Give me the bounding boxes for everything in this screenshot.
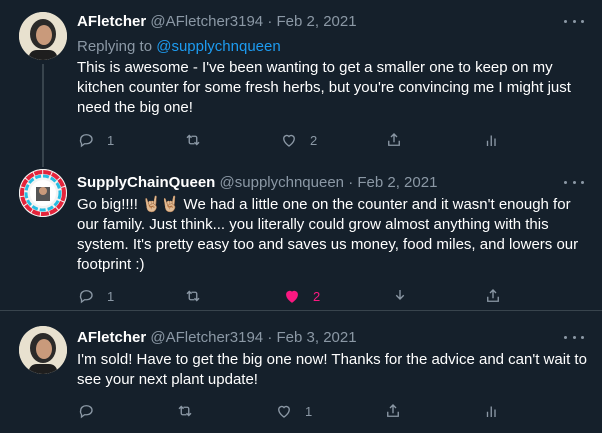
divider — [0, 310, 602, 311]
reply-icon — [79, 290, 93, 304]
like-count: 2 — [310, 132, 318, 148]
share-button[interactable] — [384, 402, 402, 420]
analytics-button[interactable] — [483, 131, 501, 149]
retweet-icon — [178, 405, 192, 417]
analytics-icon — [486, 135, 496, 146]
display-name[interactable]: AFletcher — [77, 329, 146, 346]
retweet-icon — [186, 290, 200, 302]
display-name[interactable]: AFletcher — [77, 13, 146, 30]
reply-count: 1 — [107, 288, 115, 304]
like-button[interactable]: 2 — [280, 131, 317, 149]
share-button[interactable] — [385, 131, 403, 149]
save-button[interactable] — [391, 287, 409, 305]
tweet-header: SupplyChainQueen @supplychnqueen · Feb 2… — [77, 174, 437, 191]
retweet-button[interactable] — [176, 402, 194, 420]
retweet-button[interactable] — [184, 287, 214, 305]
replying-to: Replying to @supplychnqueen — [77, 38, 281, 55]
heart-icon — [283, 134, 295, 147]
thread-line — [42, 64, 44, 159]
avatar[interactable] — [19, 12, 67, 60]
replying-to-handle[interactable]: @supplychnqueen — [156, 38, 280, 55]
share-icon — [487, 289, 499, 302]
reply-count: 1 — [107, 132, 115, 148]
separator: · — [348, 174, 354, 191]
download-icon — [395, 290, 405, 300]
like-button[interactable]: 2 — [283, 287, 320, 305]
more-icon[interactable] — [564, 14, 584, 28]
share-icon — [387, 404, 399, 417]
analytics-icon — [486, 406, 496, 417]
reply-button[interactable]: 1 — [77, 131, 114, 149]
tweet-text: Go big!!!! 🤘🏼🤘🏼 We had a little one on t… — [77, 196, 579, 273]
tweet-header: AFletcher @AFletcher3194 · Feb 2, 2021 — [77, 13, 357, 30]
tweet-actions: 1 2 — [77, 131, 507, 151]
separator: · — [267, 329, 273, 346]
reply-button[interactable] — [77, 402, 95, 420]
retweet-button[interactable] — [184, 131, 214, 149]
separator: · — [267, 13, 273, 30]
tweet-actions: 1 2 — [77, 287, 507, 307]
tweet-text: This is awesome - I've been wanting to g… — [77, 59, 571, 116]
timestamp[interactable]: Feb 2, 2021 — [357, 174, 437, 191]
like-count: 2 — [313, 288, 321, 304]
avatar[interactable] — [19, 326, 67, 374]
heart-icon — [286, 290, 298, 303]
more-icon[interactable] — [564, 330, 584, 344]
analytics-button[interactable] — [483, 402, 501, 420]
reply-icon — [79, 134, 93, 148]
handle[interactable]: @AFletcher3194 — [150, 13, 263, 30]
avatar[interactable] — [19, 169, 67, 217]
tweet-text: I'm sold! Have to get the big one now! T… — [77, 351, 587, 388]
tweet-header: AFletcher @AFletcher3194 · Feb 3, 2021 — [77, 329, 357, 346]
handle[interactable]: @supplychnqueen — [220, 174, 344, 191]
heart-icon — [278, 405, 290, 418]
share-button[interactable] — [484, 287, 502, 305]
timestamp[interactable]: Feb 3, 2021 — [277, 329, 357, 346]
reply-button[interactable]: 1 — [77, 287, 114, 305]
reply-icon — [79, 405, 93, 419]
tweet[interactable]: AFletcher @AFletcher3194 · Feb 2, 2021 R… — [0, 0, 602, 159]
display-name[interactable]: SupplyChainQueen — [77, 174, 215, 191]
share-icon — [388, 133, 400, 146]
tweet-actions: 1 — [77, 402, 507, 422]
replying-to-label: Replying to — [77, 38, 153, 55]
like-count: 1 — [305, 403, 313, 419]
timestamp[interactable]: Feb 2, 2021 — [277, 13, 357, 30]
tweet[interactable]: SupplyChainQueen @supplychnqueen · Feb 2… — [0, 159, 602, 311]
more-icon[interactable] — [564, 175, 584, 189]
tweet[interactable]: AFletcher @AFletcher3194 · Feb 3, 2021 I… — [0, 312, 602, 433]
retweet-icon — [186, 134, 200, 146]
thread-line — [42, 159, 44, 167]
handle[interactable]: @AFletcher3194 — [150, 329, 263, 346]
like-button[interactable]: 1 — [275, 402, 312, 420]
